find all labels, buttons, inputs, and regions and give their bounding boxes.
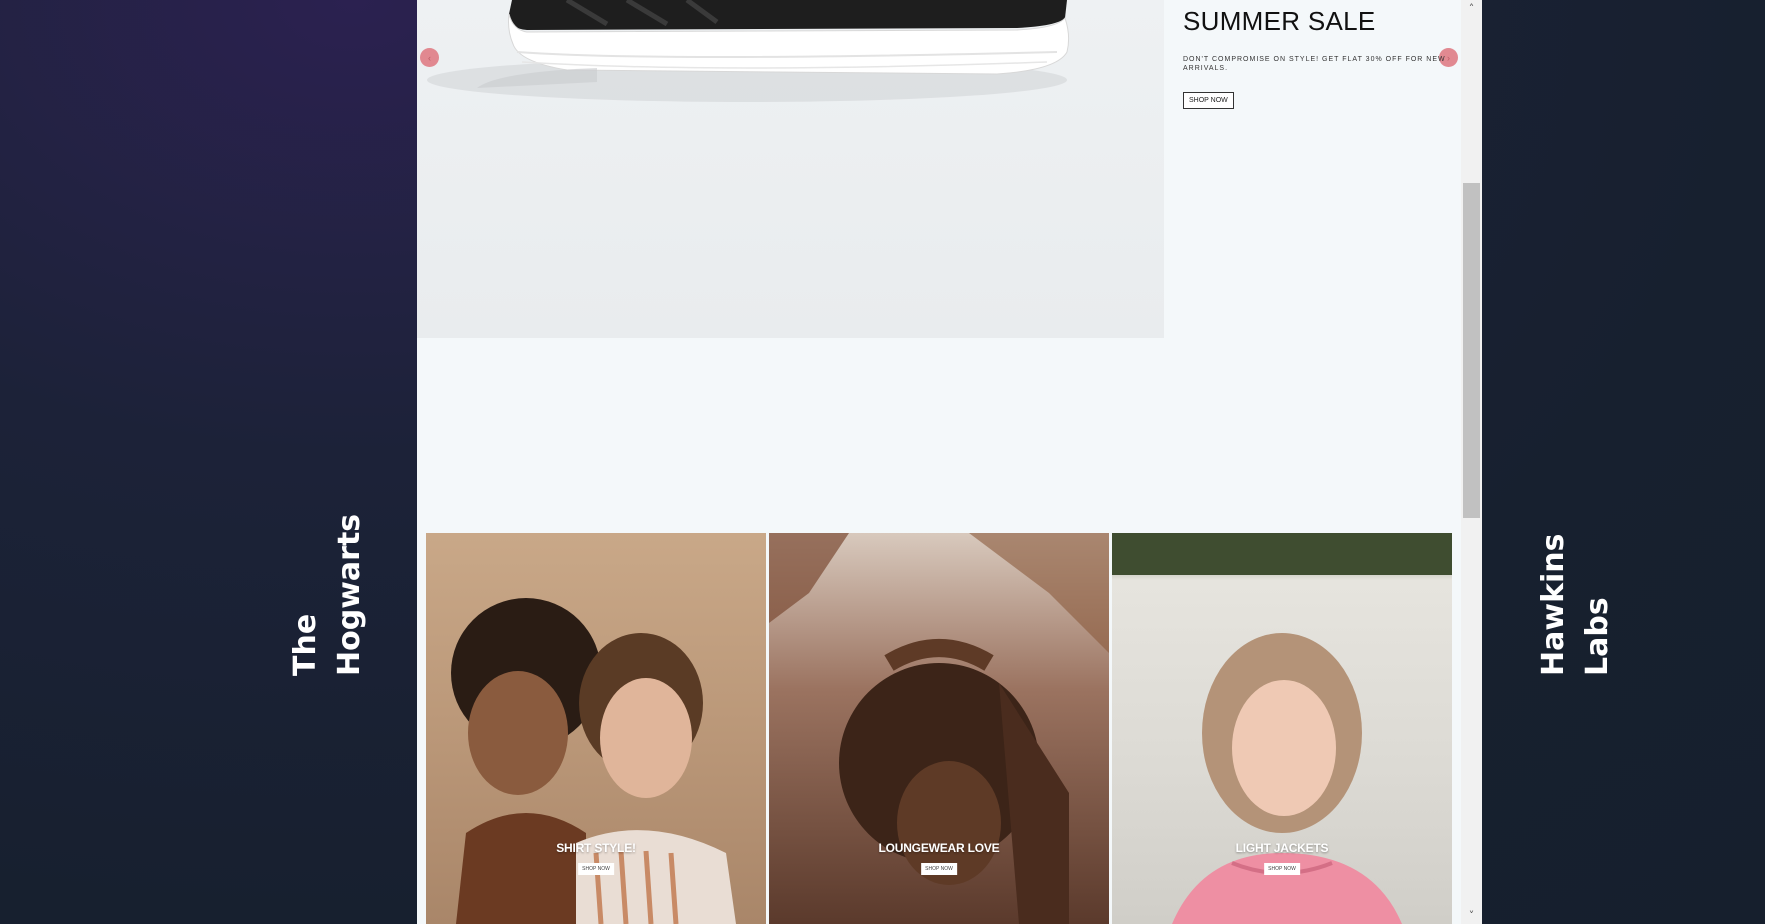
chevron-left-icon: ‹ [428, 52, 431, 63]
left-brand-label: The Hogwarts [284, 514, 372, 676]
hero-product-image [417, 0, 1164, 338]
scrollbar-thumb[interactable] [1463, 183, 1480, 518]
hero-title: SUMMER SALE [1183, 6, 1376, 36]
chevron-up-icon[interactable]: ˄ [1461, 0, 1482, 17]
category-title: LIGHT JACKETS [1235, 841, 1329, 855]
sneaker-illustration [427, 0, 1070, 102]
carousel-prev-button[interactable]: ‹ [420, 48, 439, 67]
category-title: SHIRT STYLE! [556, 841, 636, 855]
right-brand-label: Hawkins Labs [1532, 533, 1620, 676]
site-viewport: ‹ › SUMMER SALE Don't compromise on styl… [417, 0, 1482, 924]
hero-description: Don't compromise on style! Get flat 30% … [1183, 56, 1446, 72]
chevron-down-icon[interactable]: ˅ [1461, 907, 1482, 924]
category-shop-now-button[interactable]: SHOP NOW [578, 863, 614, 875]
category-card-shirt-style[interactable]: SHIRT STYLE! SHOP NOW [426, 533, 766, 924]
left-brand-line-1: The [288, 613, 323, 676]
category-card-loungewear-love[interactable]: LOUNGEWEAR LOVE SHOP NOW [769, 533, 1109, 924]
page-content: ‹ › SUMMER SALE Don't compromise on styl… [417, 0, 1461, 924]
hero-shop-now-button[interactable]: SHOP NOW [1183, 92, 1234, 109]
category-card-light-jackets[interactable]: LIGHT JACKETS SHOP NOW [1112, 533, 1452, 924]
right-brand-line-1: Hawkins [1536, 533, 1571, 676]
left-brand-line-2: Hogwarts [332, 513, 367, 676]
category-shop-now-button[interactable]: SHOP NOW [921, 863, 957, 875]
category-title: LOUNGEWEAR LOVE [878, 841, 1000, 855]
category-shop-now-button[interactable]: SHOP NOW [1264, 863, 1300, 875]
vertical-scrollbar[interactable]: ˄ ˅ [1461, 0, 1482, 924]
right-brand-line-2: Labs [1580, 597, 1615, 676]
